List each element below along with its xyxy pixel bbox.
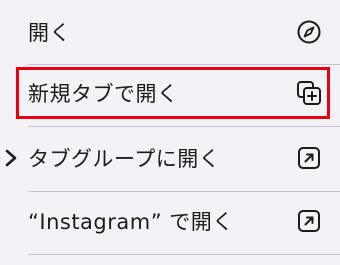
new-tab-icon	[294, 78, 324, 108]
arrow-up-right-square-icon	[294, 143, 324, 173]
compass-icon	[294, 17, 324, 47]
menu-item-open-in-tab-group[interactable]: タブグループに開く	[0, 126, 340, 190]
menu-item-label: “Instagram” で開く	[28, 210, 234, 234]
menu-item-label: 開く	[28, 21, 71, 45]
chevron-right-icon	[5, 149, 17, 167]
menu-item-open[interactable]: 開く	[0, 0, 340, 64]
menu-item-label: 新規タブで開く	[28, 82, 179, 106]
menu-item-open-in-instagram[interactable]: “Instagram” で開く	[0, 189, 340, 253]
menu-item-label: タブグループに開く	[28, 147, 221, 171]
arrow-up-right-square-icon	[294, 206, 324, 236]
menu-item-open-in-new-tab[interactable]: 新規タブで開く	[0, 61, 340, 125]
context-menu: 開く 新規タブで開く タブグループに開く “Instagram” で開く	[0, 0, 340, 265]
separator	[28, 254, 340, 255]
